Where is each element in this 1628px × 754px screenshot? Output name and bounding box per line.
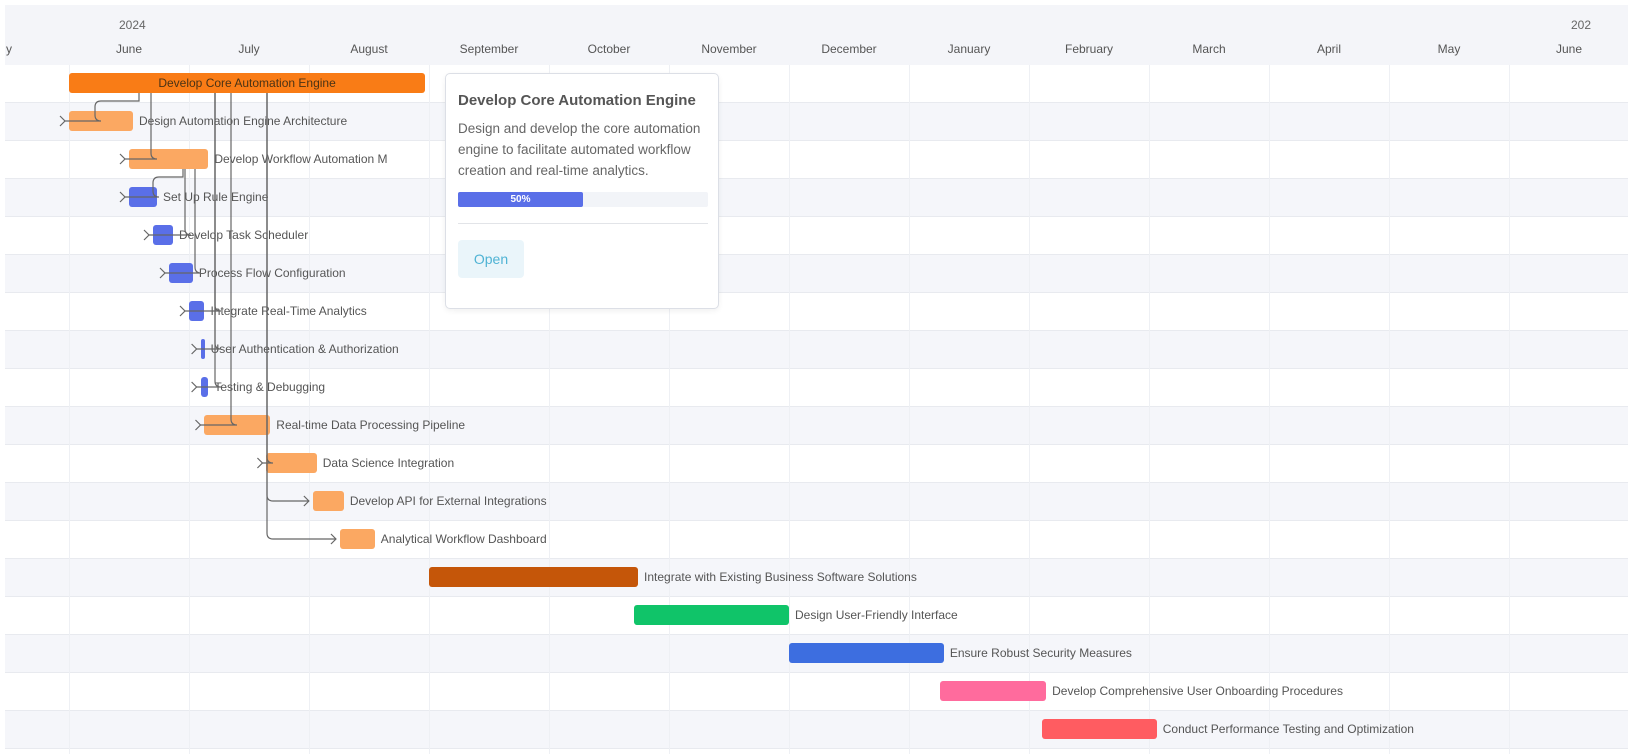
progress-label: 50% [510, 194, 531, 205]
arrow-head [159, 267, 166, 279]
arrow-head [179, 305, 186, 317]
arrow-head [143, 229, 150, 241]
popup-divider [458, 223, 708, 224]
dependency-arrow [165, 169, 202, 274]
open-task-button[interactable]: Open [458, 240, 524, 278]
popup-description: Design and develop the core automation e… [458, 121, 701, 178]
arrow-head [195, 419, 202, 431]
arrow-head [119, 191, 126, 203]
arrow-head [59, 115, 66, 127]
arrow-head [191, 343, 198, 355]
progress-bar: 50% [458, 192, 708, 207]
dependency-arrow [125, 169, 184, 198]
dependency-arrow [65, 93, 140, 122]
task-details-popup: Develop Core Automation Engine Design an… [445, 73, 719, 309]
dependency-arrow [200, 93, 238, 426]
arrow-head [256, 457, 264, 469]
dependency-arrow [262, 93, 274, 464]
dependency-arrow [149, 169, 192, 236]
dependency-arrow [196, 93, 222, 388]
dependency-arrow [266, 93, 336, 540]
gantt-chart: y June July August September October November D… [0, 0, 1628, 754]
arrow-head [119, 153, 126, 165]
gantt-grid: y June July August September October November D… [5, 5, 1628, 754]
dependency-arrow [266, 93, 309, 502]
dependency-arrow [125, 93, 158, 160]
arrow-head [191, 381, 198, 393]
dependency-arrows [59, 93, 337, 545]
popup-title: Develop Core Automation Engine [458, 92, 696, 109]
